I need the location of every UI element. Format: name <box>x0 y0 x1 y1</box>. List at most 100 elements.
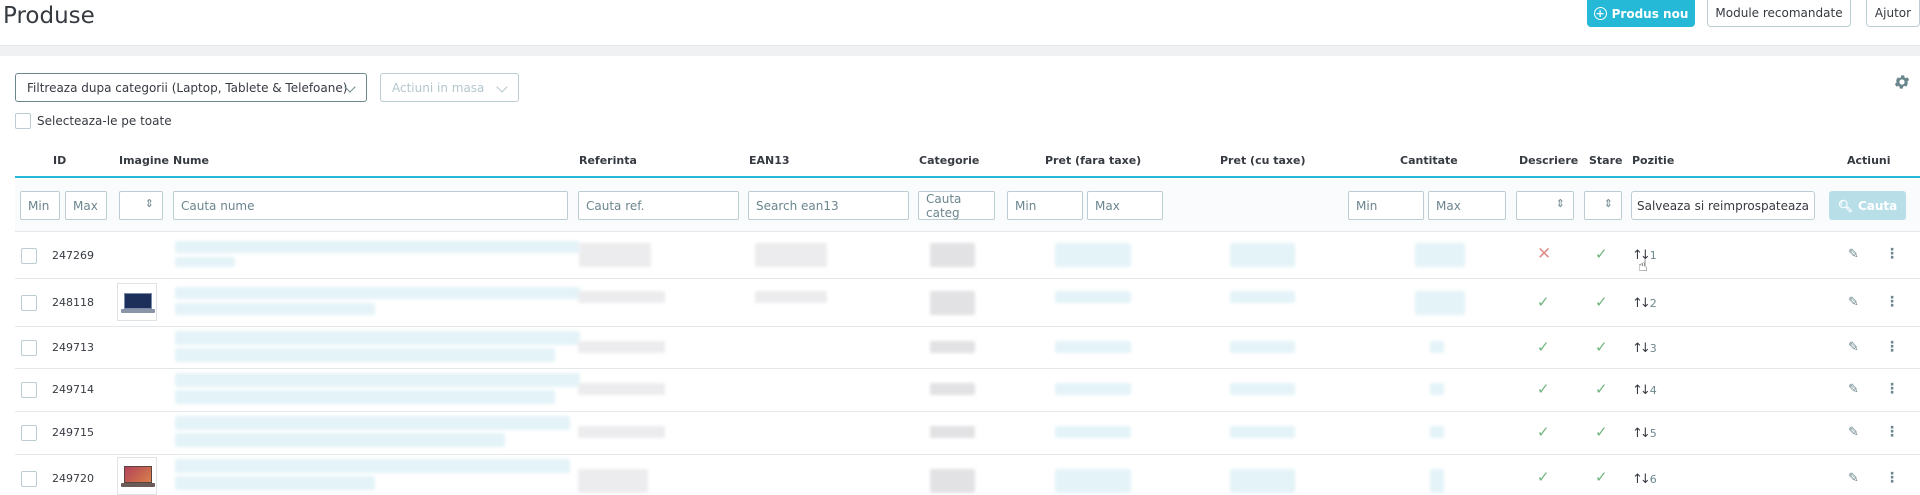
mass-actions-dropdown[interactable]: Actiuni in masa <box>380 73 519 102</box>
more-vertical-icon[interactable]: ⋮ <box>1885 470 1899 486</box>
check-icon[interactable]: ✓ <box>1537 338 1550 356</box>
product-name-blurred[interactable] <box>175 287 580 299</box>
search-button-label: Cauta <box>1857 198 1898 213</box>
help-button[interactable]: Ajutor <box>1866 0 1920 27</box>
quantity-max-input[interactable]: Max <box>1428 191 1506 220</box>
more-vertical-icon[interactable]: ⋮ <box>1885 381 1899 397</box>
table-row[interactable]: 248118 ✓ ✓ ↑↓ 2 ✎ ⋮ <box>15 279 1920 327</box>
row-checkbox[interactable] <box>21 382 37 398</box>
search-button[interactable]: 🔍︎ Cauta <box>1829 191 1906 220</box>
row-checkbox[interactable] <box>21 295 37 311</box>
col-price-incl[interactable]: Pret (cu taxe) <box>1220 154 1306 167</box>
position-handle[interactable]: ↑↓ 4 <box>1632 383 1657 398</box>
pencil-icon[interactable]: ✎ <box>1848 425 1859 440</box>
description-filter-select[interactable] <box>1516 191 1574 220</box>
col-id[interactable]: ID <box>53 154 66 167</box>
table-row[interactable]: 249714 ✓ ✓ ↑↓ 4 ✎ ⋮ <box>15 369 1920 412</box>
row-checkbox[interactable] <box>21 471 37 487</box>
col-price-excl[interactable]: Pret (fara taxe) <box>1045 154 1141 167</box>
product-id: 249715 <box>52 426 94 439</box>
select-all[interactable]: Selecteaza-le pe toate <box>15 113 172 129</box>
position-handle[interactable]: ↑↓ 5 <box>1632 426 1657 441</box>
category-filter-dropdown[interactable]: Filtreaza dupa categorii (Laptop, Tablet… <box>15 73 367 102</box>
more-vertical-icon[interactable]: ⋮ <box>1885 424 1899 440</box>
check-icon[interactable]: ✓ <box>1595 293 1608 311</box>
hand-cursor-icon: ☝ <box>1638 256 1648 275</box>
pencil-icon[interactable]: ✎ <box>1848 247 1859 262</box>
row-checkbox[interactable] <box>21 248 37 264</box>
image-filter-select[interactable] <box>119 191 163 220</box>
position-handle[interactable]: ↑↓ 3 <box>1632 341 1657 356</box>
col-status[interactable]: Stare <box>1589 154 1623 167</box>
quantity-blurred <box>1430 341 1444 353</box>
check-icon[interactable]: ✓ <box>1537 423 1550 441</box>
col-quantity[interactable]: Cantitate <box>1400 154 1458 167</box>
category-blurred <box>930 291 975 315</box>
product-thumbnail[interactable] <box>117 283 157 321</box>
product-name-blurred[interactable] <box>175 459 570 473</box>
table-row[interactable]: 249713 ✓ ✓ ↑↓ 3 ✎ ⋮ <box>15 327 1920 369</box>
product-id: 247269 <box>52 249 94 262</box>
check-icon[interactable]: ✓ <box>1595 423 1608 441</box>
price-incl-blurred <box>1230 383 1295 395</box>
product-thumbnail[interactable] <box>117 457 157 495</box>
select-all-checkbox[interactable] <box>15 113 31 129</box>
reference-search-input[interactable]: Cauta ref. <box>578 191 739 220</box>
recommended-modules-button[interactable]: Module recomandate <box>1707 0 1851 27</box>
product-name-blurred <box>175 476 375 490</box>
col-ean13[interactable]: EAN13 <box>749 154 790 167</box>
check-icon[interactable]: ✓ <box>1595 338 1608 356</box>
id-max-input[interactable]: Max <box>65 191 107 220</box>
pencil-icon[interactable]: ✎ <box>1848 382 1859 397</box>
pencil-icon[interactable]: ✎ <box>1848 295 1859 310</box>
price-min-input[interactable]: Min <box>1007 191 1083 220</box>
check-icon[interactable]: ✓ <box>1537 293 1550 311</box>
sort-icon: ↑↓ <box>1632 296 1651 311</box>
price-incl-blurred <box>1230 469 1295 493</box>
product-name-blurred[interactable] <box>175 416 570 430</box>
more-vertical-icon[interactable]: ⋮ <box>1885 246 1899 262</box>
col-position[interactable]: Pozitie <box>1632 154 1674 167</box>
price-max-input[interactable]: Max <box>1087 191 1163 220</box>
check-icon[interactable]: ✓ <box>1537 380 1550 398</box>
product-name-blurred[interactable] <box>175 373 580 387</box>
category-blurred <box>930 341 975 353</box>
check-icon[interactable]: ✓ <box>1537 468 1550 486</box>
position-value: 2 <box>1649 297 1657 310</box>
col-name[interactable]: Nume <box>173 154 209 167</box>
new-product-button[interactable]: + Produs nou <box>1587 0 1695 27</box>
col-reference[interactable]: Referinta <box>579 154 637 167</box>
more-vertical-icon[interactable]: ⋮ <box>1885 294 1899 310</box>
product-name-blurred[interactable] <box>175 241 580 253</box>
more-vertical-icon[interactable]: ⋮ <box>1885 339 1899 355</box>
status-filter-select[interactable] <box>1584 191 1622 220</box>
col-category[interactable]: Categorie <box>919 154 979 167</box>
row-checkbox[interactable] <box>21 425 37 441</box>
table-row[interactable]: 247269 ✕ ✓ ↑↓ 1 ✎ ⋮ <box>15 233 1920 279</box>
position-handle[interactable]: ↑↓ 6 <box>1632 472 1657 487</box>
new-product-label: Produs nou <box>1611 6 1689 21</box>
save-refresh-button[interactable]: Salveaza si reimprospateaza <box>1631 191 1815 220</box>
position-handle[interactable]: ↑↓ 2 <box>1632 296 1657 311</box>
name-search-input[interactable]: Cauta nume <box>173 191 568 220</box>
product-name-blurred <box>175 348 555 362</box>
quantity-min-input[interactable]: Min <box>1348 191 1424 220</box>
pencil-icon[interactable]: ✎ <box>1848 340 1859 355</box>
table-header: ID Imagine Nume Referinta EAN13 Categori… <box>15 150 1920 178</box>
check-icon[interactable]: ✓ <box>1595 380 1608 398</box>
product-name-blurred[interactable] <box>175 331 580 345</box>
id-min-input[interactable]: Min <box>20 191 60 220</box>
check-icon[interactable]: ✓ <box>1595 245 1608 263</box>
price-incl-blurred <box>1230 243 1295 267</box>
reference-blurred <box>578 341 665 353</box>
pencil-icon[interactable]: ✎ <box>1848 471 1859 486</box>
table-row[interactable]: 249715 ✓ ✓ ↑↓ 5 ✎ ⋮ <box>15 412 1920 455</box>
check-icon[interactable]: ✓ <box>1595 468 1608 486</box>
table-row[interactable]: 249720 ✓ ✓ ↑↓ 6 ✎ ⋮ <box>15 455 1920 495</box>
row-checkbox[interactable] <box>21 340 37 356</box>
category-search-input[interactable]: Cauta categ <box>918 191 995 220</box>
laptop-image <box>124 466 152 483</box>
close-icon[interactable]: ✕ <box>1537 244 1551 264</box>
gear-icon[interactable] <box>1893 73 1911 91</box>
ean13-search-input[interactable]: Search ean13 <box>748 191 909 220</box>
